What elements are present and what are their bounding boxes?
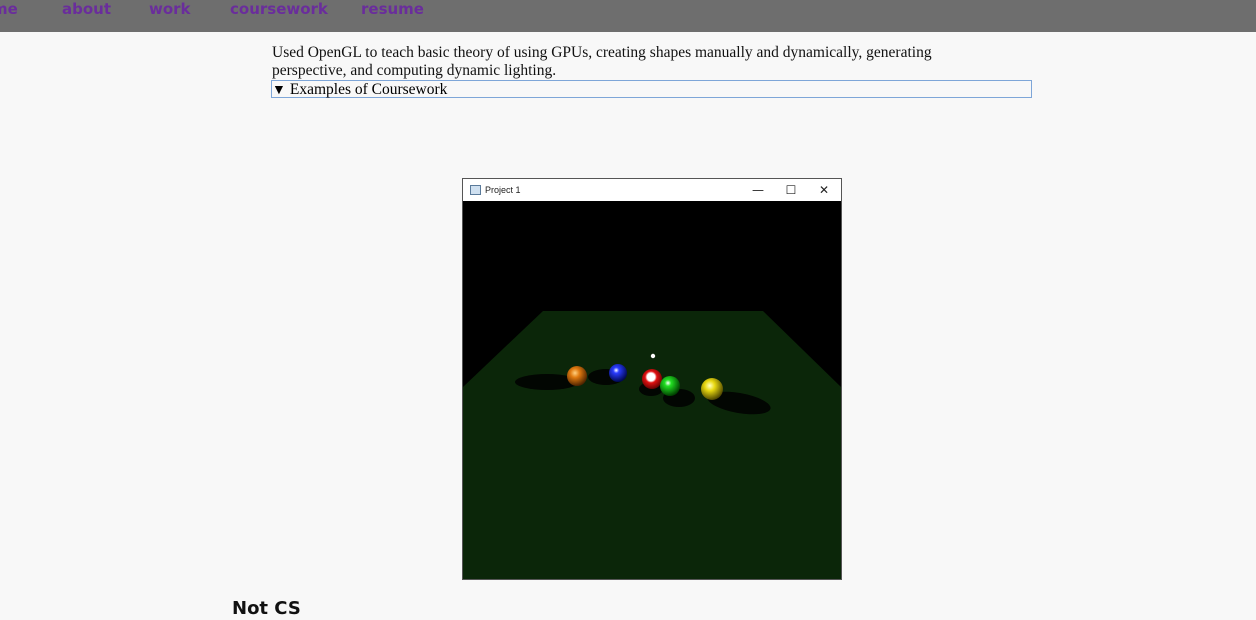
window-title: Project 1 [485, 185, 521, 195]
opengl-render-viewport [463, 201, 841, 579]
details-summary-label: Examples of Coursework [289, 81, 448, 98]
nav-link-work[interactable]: work [149, 0, 191, 19]
nav-link-coursework[interactable]: coursework [230, 0, 328, 19]
orange-ball [567, 366, 587, 386]
window-titlebar: Project 1 — ☐ ✕ [463, 179, 841, 201]
yellow-ball [701, 378, 723, 400]
course-description: Used OpenGL to teach basic theory of usi… [272, 43, 932, 79]
nav-link-resume[interactable]: resume [361, 0, 424, 19]
minimize-icon: — [752, 183, 764, 197]
green-ball [660, 376, 680, 396]
window-app-icon [470, 185, 481, 195]
top-navbar: me about work coursework resume [0, 0, 1256, 32]
maximize-icon: ☐ [785, 183, 797, 197]
red-ball [642, 369, 662, 389]
nav-link-about[interactable]: about [62, 0, 111, 19]
opengl-screenshot-window: Project 1 — ☐ ✕ [462, 178, 842, 580]
table-surface [463, 311, 841, 579]
section-heading-not-cs: Not CS [232, 598, 301, 619]
close-icon: ✕ [818, 183, 830, 197]
blue-ball [609, 364, 627, 382]
light-source [650, 353, 656, 359]
nav-link-home[interactable]: me [0, 0, 18, 19]
coursework-examples-toggle[interactable]: ▼ Examples of Coursework [271, 80, 1032, 98]
disclosure-triangle-icon: ▼ [272, 83, 286, 98]
